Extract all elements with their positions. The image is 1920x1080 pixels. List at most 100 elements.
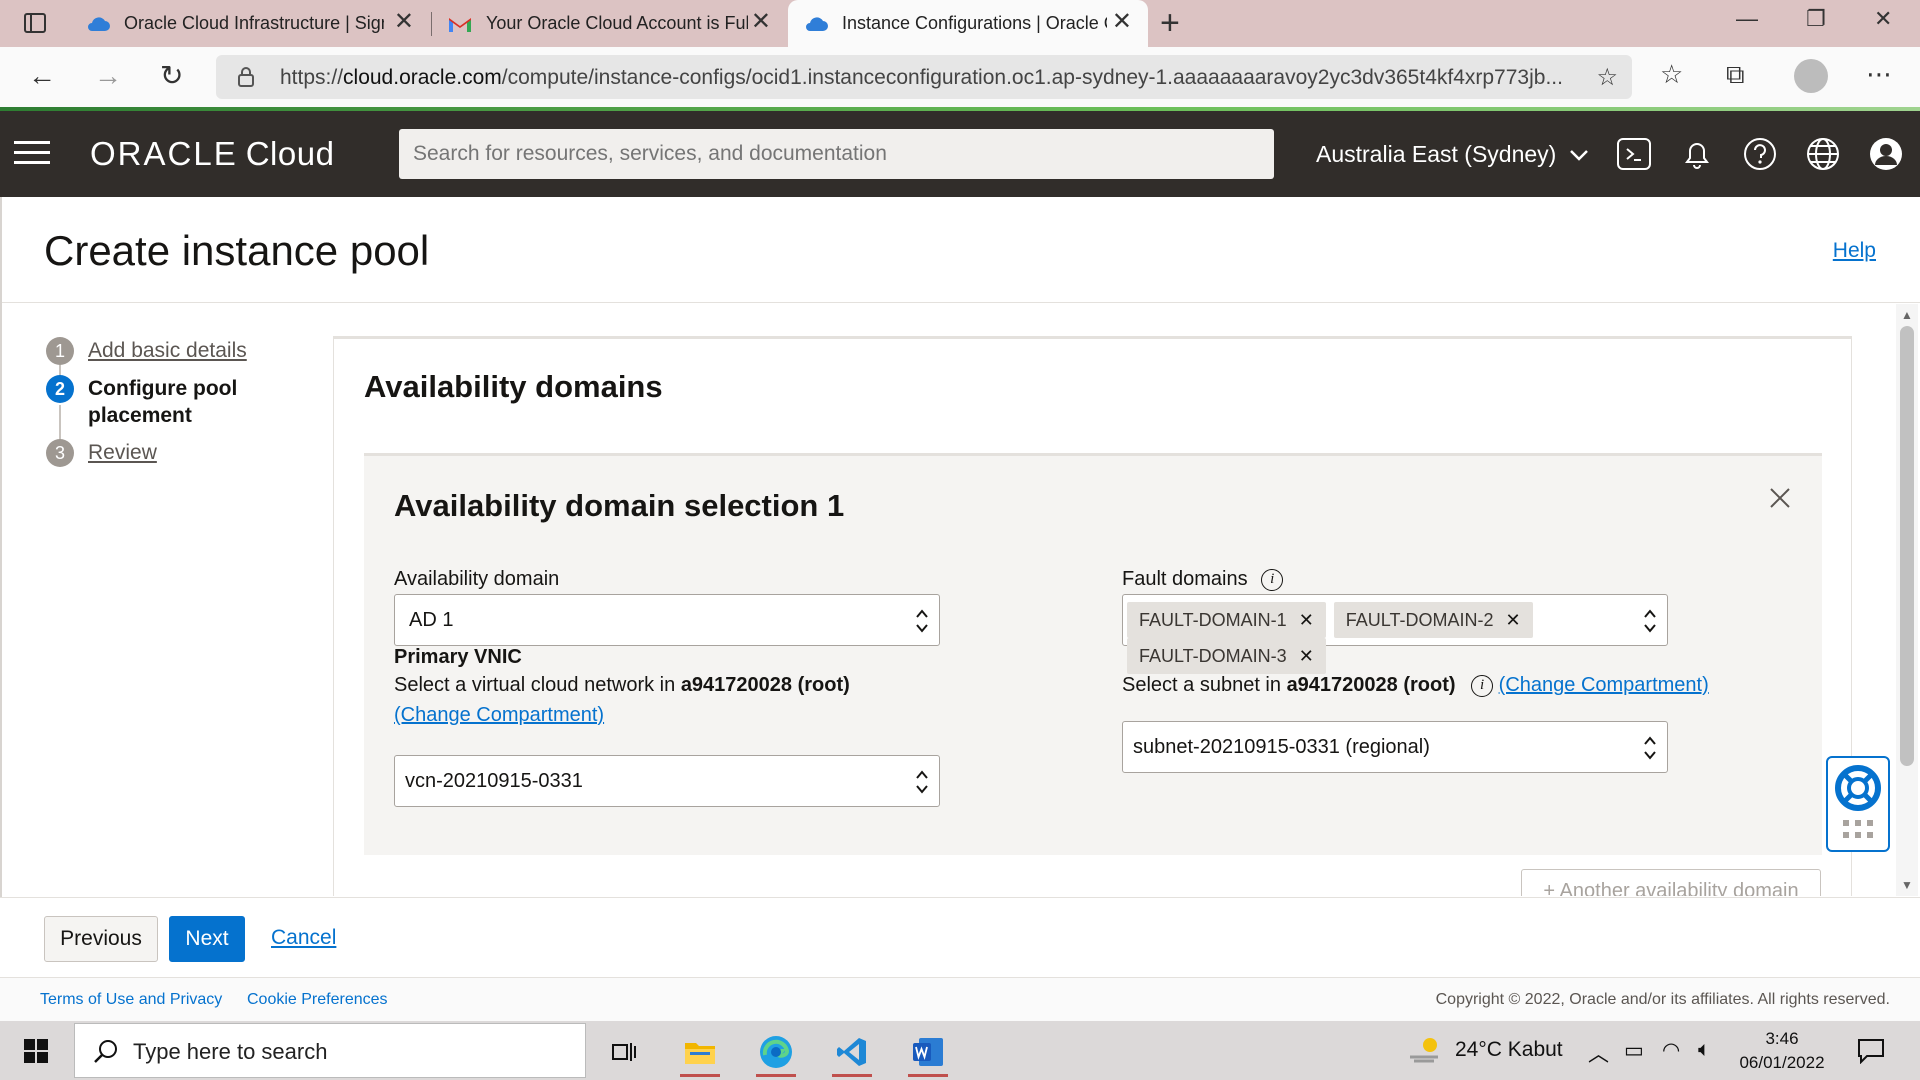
primary-vnic-heading: Primary VNIC (394, 646, 522, 668)
browser-tab-1[interactable]: Oracle Cloud Infrastructure | Sign ✕ (70, 0, 430, 47)
weather-text[interactable]: 24°C Kabut (1455, 1038, 1563, 1062)
chevron-down-icon (1569, 150, 1588, 161)
search-icon (94, 1040, 117, 1063)
change-compartment-link[interactable]: (Change Compartment) (1499, 674, 1709, 696)
cookie-preferences-link[interactable]: Cookie Preferences (247, 991, 388, 1009)
clock-date: 06/01/2022 (1739, 1053, 1825, 1072)
help-lifebuoy-widget[interactable] (1826, 756, 1890, 852)
help-icon[interactable] (1742, 136, 1778, 172)
step-add-basic-details[interactable]: 1 Add basic details (46, 337, 316, 365)
close-tab-icon[interactable]: ✕ (751, 10, 771, 34)
hamburger-menu-icon[interactable] (14, 141, 50, 165)
subnet-select[interactable]: subnet-20210915-0331 (regional) (1122, 721, 1668, 773)
battery-icon[interactable]: ▭ (1624, 1038, 1644, 1063)
tab-title: Your Oracle Cloud Account is Ful (486, 13, 748, 33)
fault-domain-tag: FAULT-DOMAIN-3 ✕ (1127, 638, 1326, 674)
refresh-icon[interactable]: ↻ (160, 61, 183, 91)
add-favorite-icon[interactable]: ☆ (1596, 63, 1618, 92)
close-window-icon[interactable]: ✕ (1874, 6, 1892, 32)
task-view-icon[interactable] (598, 1027, 650, 1077)
wizard-steps: 1 Add basic details 2 Configure pool plac… (46, 337, 316, 477)
weather-icon[interactable] (1408, 1035, 1442, 1063)
browser-tab-2[interactable]: Your Oracle Cloud Account is Ful ✕ (432, 0, 787, 47)
edge-browser-icon[interactable] (750, 1027, 802, 1077)
gmail-favicon-icon (448, 12, 472, 36)
minimize-icon[interactable]: — (1736, 6, 1758, 32)
content-scrollbar[interactable]: ▲ ▼ (1896, 304, 1918, 896)
vcn-label: Select a virtual cloud network in a94172… (394, 674, 850, 696)
close-icon[interactable] (1768, 486, 1792, 510)
more-options-icon[interactable]: ⋯ (1866, 59, 1892, 90)
close-tab-icon[interactable]: ✕ (1112, 10, 1132, 34)
tab-title: Oracle Cloud Infrastructure | Sign (124, 13, 384, 33)
scrollbar-thumb[interactable] (1900, 326, 1914, 766)
scroll-down-icon[interactable]: ▼ (1901, 878, 1913, 892)
restore-icon[interactable]: ❐ (1806, 6, 1826, 32)
next-button[interactable]: Next (169, 916, 245, 962)
close-tab-icon[interactable]: ✕ (394, 10, 414, 34)
back-icon[interactable]: ← (28, 61, 56, 91)
favorites-icon[interactable]: ☆ (1660, 59, 1683, 90)
tab-title: Instance Configurations | Oracle C (842, 13, 1107, 33)
profile-avatar[interactable] (1794, 59, 1828, 93)
language-globe-icon[interactable] (1805, 136, 1841, 172)
oracle-cloud-favicon-icon (86, 12, 110, 36)
step-number: 3 (46, 439, 74, 467)
panel-title: Availability domain selection 1 (394, 488, 845, 523)
region-selector[interactable]: Australia East (Sydney) (1316, 141, 1589, 168)
browser-tab-strip: Oracle Cloud Infrastructure | Sign ✕ You… (0, 0, 1920, 47)
info-icon[interactable]: i (1471, 674, 1494, 697)
tab-actions-icon[interactable] (24, 13, 46, 33)
step-configure-pool-placement[interactable]: 2 Configure pool placement (46, 375, 316, 429)
browser-tab-3-active[interactable]: Instance Configurations | Oracle C ✕ (788, 0, 1148, 47)
wifi-icon[interactable]: ◠ (1662, 1038, 1680, 1063)
cancel-link[interactable]: Cancel (271, 926, 336, 950)
availability-domain-select[interactable]: AD 1 (394, 594, 940, 646)
step-label: Configure pool placement (88, 377, 238, 427)
search-input[interactable] (399, 129, 1274, 179)
global-search[interactable] (399, 129, 1274, 179)
word-icon[interactable] (902, 1027, 954, 1077)
remove-tag-icon[interactable]: ✕ (1299, 646, 1314, 666)
forward-icon[interactable]: → (94, 61, 122, 91)
change-compartment-link[interactable]: (Change Compartment) (394, 704, 604, 727)
user-profile-icon[interactable] (1868, 136, 1904, 172)
fault-domains-multiselect[interactable]: FAULT-DOMAIN-1 ✕ FAULT-DOMAIN-2 ✕FAULT-DOMA… (1122, 594, 1668, 674)
show-hidden-icons-icon[interactable]: ︿ (1588, 1038, 1609, 1068)
subnet-value: subnet-20210915-0331 (regional) (1133, 736, 1430, 758)
scroll-up-icon[interactable]: ▲ (1901, 308, 1913, 322)
url-text: https://cloud.oracle.com/compute/instanc… (280, 66, 1563, 89)
lock-icon (238, 67, 254, 87)
availability-domains-card: Availability domains Availability domain… (333, 336, 1852, 896)
step-number: 2 (46, 375, 74, 403)
vscode-icon[interactable] (826, 1027, 878, 1077)
file-explorer-icon[interactable] (674, 1027, 726, 1077)
region-label: Australia East (Sydney) (1316, 141, 1557, 167)
taskbar-search-box[interactable]: Type here to search (74, 1023, 586, 1078)
page-title-bar: Create instance pool Help (0, 197, 1920, 303)
vcn-value: vcn-20210915-0331 (405, 770, 583, 792)
ad-value: AD 1 (409, 609, 454, 631)
new-tab-icon[interactable]: + (1160, 6, 1180, 40)
add-another-availability-domain-button[interactable]: + Another availability domain (1521, 869, 1821, 896)
collections-icon[interactable]: ⧉ (1726, 59, 1745, 91)
fault-domains-label: Fault domains i (1122, 568, 1284, 591)
taskbar-search-placeholder: Type here to search (133, 1039, 328, 1064)
step-review[interactable]: 3 Review (46, 439, 316, 467)
cloud-shell-icon[interactable] (1616, 136, 1652, 172)
info-icon[interactable]: i (1261, 568, 1284, 591)
system-clock[interactable]: 3:46 06/01/2022 (1736, 1027, 1828, 1075)
help-link[interactable]: Help (1833, 239, 1876, 263)
lifebuoy-icon (1835, 765, 1881, 838)
volume-icon[interactable]: 🔈︎ (1698, 1038, 1711, 1062)
oracle-cloud-logo[interactable]: ORACLE Cloud (90, 135, 334, 173)
notification-center-icon[interactable] (1857, 1038, 1885, 1064)
windows-start-icon[interactable] (24, 1039, 48, 1063)
previous-button[interactable]: Previous (44, 916, 158, 962)
terms-link[interactable]: Terms of Use and Privacy (40, 991, 222, 1009)
remove-tag-icon[interactable]: ✕ (1299, 610, 1314, 630)
url-input[interactable]: https://cloud.oracle.com/compute/instanc… (216, 55, 1632, 99)
remove-tag-icon[interactable]: ✕ (1505, 610, 1520, 630)
notifications-bell-icon[interactable] (1679, 136, 1715, 172)
vcn-select[interactable]: vcn-20210915-0331 (394, 755, 940, 807)
